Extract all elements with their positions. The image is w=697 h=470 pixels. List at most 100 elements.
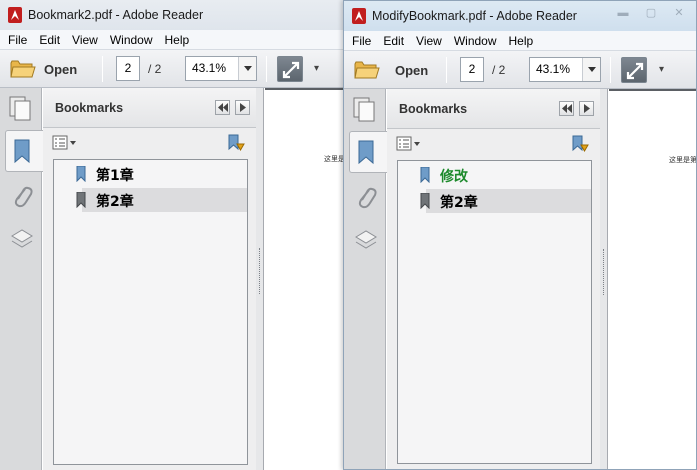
- open-button[interactable]: Open: [44, 62, 77, 77]
- zoom-input[interactable]: 43.1%: [529, 57, 601, 82]
- bookmark-label: 第2章: [440, 195, 478, 211]
- bookmarks-toolbar: [43, 129, 256, 157]
- paperclip-icon[interactable]: [10, 184, 34, 210]
- bookmark-list: 第1章 第2章: [53, 159, 248, 465]
- bookmarks-header: Bookmarks: [43, 88, 256, 128]
- options-menu-icon[interactable]: [396, 136, 422, 152]
- toolbar-separator: [610, 57, 611, 83]
- double-arrow-left-icon: [562, 104, 572, 113]
- menu-help[interactable]: Help: [503, 31, 540, 51]
- fit-window-icon: [282, 61, 300, 79]
- bookmark-item-selected[interactable]: 第2章: [76, 188, 247, 212]
- reader-window-modifybookmark: ModifyBookmark.pdf - Adobe Reader ▬ ▢ ✕ …: [343, 0, 697, 470]
- page-thumbnails-icon[interactable]: [7, 95, 33, 121]
- page-thumbnails-icon[interactable]: [351, 96, 377, 122]
- panel-title: Bookmarks: [399, 102, 468, 116]
- panel-splitter[interactable]: [256, 88, 264, 470]
- arrow-right-icon: [240, 103, 246, 112]
- collapse-panel-button[interactable]: [559, 101, 574, 116]
- toolbar: Open 2 / 2 43.1% ▾: [0, 50, 344, 88]
- menu-bar: File Edit View Window Help: [344, 31, 696, 51]
- page-number-input[interactable]: 2: [116, 56, 140, 81]
- title-bar[interactable]: ModifyBookmark.pdf - Adobe Reader ▬ ▢ ✕: [344, 1, 696, 31]
- menu-bar: File Edit View Window Help: [0, 30, 344, 50]
- bookmark-list: 修改 第2章: [397, 160, 592, 464]
- minimize-button[interactable]: ▬: [612, 5, 634, 21]
- page-total-label: / 2: [148, 62, 162, 76]
- open-button[interactable]: Open: [395, 63, 428, 78]
- options-menu-icon[interactable]: [52, 135, 78, 151]
- bookmark-ribbon-icon: [76, 166, 86, 182]
- page-total-label: / 2: [492, 63, 506, 77]
- expand-panel-button[interactable]: [235, 100, 250, 115]
- toolbar-separator: [102, 56, 103, 82]
- menu-view[interactable]: View: [66, 30, 104, 50]
- menu-view[interactable]: View: [410, 31, 448, 51]
- new-bookmark-icon[interactable]: [570, 135, 590, 153]
- bookmark-ribbon-icon: [14, 139, 30, 164]
- expand-panel-button[interactable]: [579, 101, 594, 116]
- bookmark-label: 修改: [440, 169, 468, 185]
- window-title: Bookmark2.pdf - Adobe Reader: [28, 8, 204, 22]
- fit-window-button[interactable]: [621, 57, 647, 83]
- double-arrow-left-icon: [218, 103, 228, 112]
- menu-file[interactable]: File: [344, 31, 377, 51]
- bookmark-ribbon-icon: [76, 192, 86, 208]
- chevron-down-icon[interactable]: [582, 58, 600, 81]
- bookmarks-toolbar: [387, 130, 600, 158]
- panel-splitter[interactable]: [600, 89, 608, 469]
- adobe-reader-icon: [352, 8, 366, 24]
- adobe-reader-icon: [8, 7, 22, 23]
- fit-window-button[interactable]: [277, 56, 303, 82]
- bookmark-label: 第1章: [96, 168, 134, 184]
- bookmark-ribbon-icon: [358, 140, 374, 165]
- layers-icon[interactable]: [10, 226, 34, 252]
- toolbar-more-icon[interactable]: ▾: [659, 64, 664, 75]
- bookmark-label: 第2章: [96, 194, 134, 210]
- document-page: 这里是第: [265, 90, 344, 470]
- document-page: 这里是第: [609, 91, 696, 469]
- navigation-pane: [0, 88, 43, 470]
- bookmark-item-selected[interactable]: 第2章: [420, 189, 591, 213]
- menu-window[interactable]: Window: [104, 30, 159, 50]
- folder-icon[interactable]: [354, 60, 380, 80]
- panel-title: Bookmarks: [55, 101, 124, 115]
- arrow-right-icon: [584, 104, 590, 113]
- page-number-input[interactable]: 2: [460, 57, 484, 82]
- document-area[interactable]: 这里是第: [265, 88, 344, 470]
- layers-icon[interactable]: [354, 227, 378, 253]
- zoom-input[interactable]: 43.1%: [185, 56, 257, 81]
- document-area[interactable]: 这里是第: [609, 89, 696, 469]
- document-text: 这里是第: [324, 155, 344, 163]
- bookmark-ribbon-icon: [420, 167, 430, 183]
- chevron-down-icon[interactable]: [238, 57, 256, 80]
- zoom-value: 43.1%: [536, 62, 571, 76]
- window-title: ModifyBookmark.pdf - Adobe Reader: [372, 9, 577, 23]
- toolbar-separator: [266, 56, 267, 82]
- new-bookmark-icon[interactable]: [226, 134, 246, 152]
- menu-edit[interactable]: Edit: [33, 30, 66, 50]
- toolbar-more-icon[interactable]: ▾: [314, 63, 319, 74]
- menu-edit[interactable]: Edit: [377, 31, 410, 51]
- fit-window-icon: [626, 62, 644, 80]
- bookmarks-panel: Bookmarks 第1章 第2章: [43, 88, 257, 470]
- title-bar[interactable]: Bookmark2.pdf - Adobe Reader: [0, 0, 344, 30]
- bookmarks-header: Bookmarks: [387, 89, 600, 129]
- reader-window-bookmark2: Bookmark2.pdf - Adobe Reader File Edit Vie…: [0, 0, 344, 470]
- bookmark-item[interactable]: 修改: [420, 163, 591, 187]
- window-controls: ▬ ▢ ✕: [612, 5, 690, 21]
- menu-file[interactable]: File: [0, 30, 33, 50]
- navigation-pane: [344, 89, 387, 469]
- collapse-panel-button[interactable]: [215, 100, 230, 115]
- paperclip-icon[interactable]: [354, 185, 378, 211]
- toolbar: Open 2 / 2 43.1% ▾: [344, 51, 696, 89]
- toolbar-separator: [446, 57, 447, 83]
- document-text: 这里是第: [669, 156, 697, 164]
- menu-help[interactable]: Help: [159, 30, 196, 50]
- folder-icon[interactable]: [10, 59, 36, 79]
- close-button[interactable]: ✕: [668, 5, 690, 21]
- menu-window[interactable]: Window: [448, 31, 503, 51]
- bookmark-ribbon-icon: [420, 193, 430, 209]
- maximize-button[interactable]: ▢: [640, 5, 662, 21]
- bookmark-item[interactable]: 第1章: [76, 162, 247, 186]
